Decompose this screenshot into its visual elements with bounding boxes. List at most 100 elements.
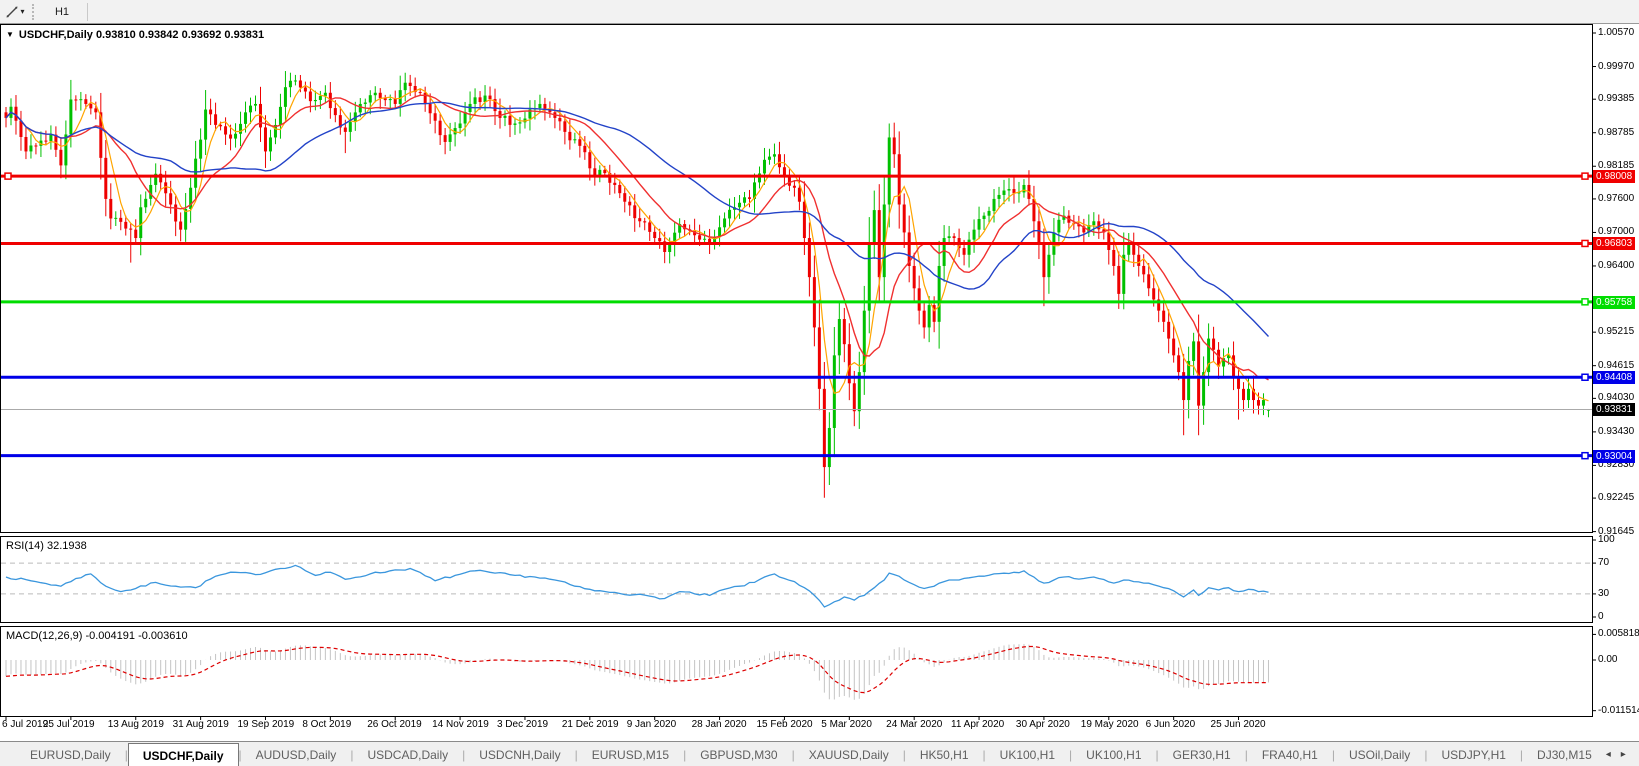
date-axis-label: 30 Apr 2020: [1015, 719, 1070, 730]
candle-body: [288, 80, 292, 88]
candle-body: [1192, 341, 1196, 361]
candle-body: [1177, 355, 1181, 373]
macd-axis-label: 0.005818: [1598, 628, 1639, 640]
candle-body: [1112, 249, 1116, 266]
candle-body: [298, 80, 302, 88]
candle-body: [1212, 338, 1216, 350]
candle-body: [268, 137, 272, 152]
candle-body: [703, 238, 707, 240]
candle-body: [1122, 254, 1126, 294]
candle-body: [917, 288, 921, 311]
candle-body: [84, 99, 88, 104]
candle-body: [194, 158, 198, 188]
candle-body: [767, 156, 771, 160]
candle-body: [762, 159, 766, 174]
candle-body: [1261, 400, 1265, 406]
candle-body: [937, 265, 941, 322]
mt4-chart-window: ▾ M1M5M15M30H1H4D1W1MN ▼USDCHF,Daily 0.9…: [0, 0, 1639, 766]
candle-body: [254, 103, 257, 106]
candle-body: [229, 134, 233, 139]
candle-body: [343, 127, 347, 132]
macd-panel[interactable]: [0, 626, 1593, 717]
candle-body: [538, 103, 542, 108]
candle-body: [313, 99, 317, 102]
candle-body: [852, 383, 856, 412]
price-axis-label: 0.94615: [1598, 359, 1635, 371]
collapse-icon[interactable]: ▼: [6, 30, 14, 39]
price-axis-label: 0.95215: [1598, 326, 1635, 338]
macd-indicator-label: MACD(12,26,9) -0.004191 -0.003610: [6, 630, 188, 642]
date-axis-label: 25 Jun 2020: [1210, 719, 1266, 730]
candle-body: [139, 207, 143, 239]
candle-body: [209, 109, 213, 115]
current-price-badge: 0.93831: [1593, 403, 1636, 417]
price-level-badge: 0.98008: [1593, 170, 1636, 184]
candle-body: [738, 202, 742, 208]
hline-handle: [1581, 298, 1589, 306]
candle-body: [1162, 310, 1166, 322]
candle-body: [887, 137, 891, 205]
candle-body: [199, 139, 203, 159]
candle-body: [144, 198, 148, 208]
candle-body: [897, 154, 901, 205]
candle-body: [59, 149, 63, 166]
candle-body: [1172, 338, 1176, 356]
price-axis-label: 0.94030: [1598, 392, 1635, 404]
hline-handle: [1581, 172, 1589, 180]
candle-body: [124, 221, 128, 229]
candle-body: [244, 112, 248, 124]
date-axis-label: 8 Oct 2019: [302, 719, 352, 730]
candle-body: [373, 92, 377, 96]
candle-body: [1032, 198, 1036, 222]
price-level-badge: 0.96803: [1593, 237, 1636, 251]
candle-body: [698, 235, 702, 240]
candle-body: [204, 109, 208, 140]
candle-body: [1247, 388, 1251, 401]
date-axis-label: 15 Feb 2020: [756, 719, 813, 730]
candle-body: [513, 123, 517, 125]
candle-body: [623, 193, 627, 202]
chart-title-text: USDCHF,Daily 0.93810 0.93842 0.93692 0.9…: [18, 29, 265, 41]
candle-body: [1127, 243, 1131, 255]
candle-body: [129, 228, 133, 230]
candle-body: [293, 80, 297, 82]
rsi-axis-label: 30: [1598, 587, 1610, 599]
rsi-axis-label: 0: [1598, 611, 1604, 622]
candle-body: [1007, 189, 1011, 191]
candle-body: [239, 123, 243, 134]
candle-body: [423, 92, 427, 105]
candle-body: [653, 231, 657, 239]
rsi-panel[interactable]: [0, 536, 1593, 623]
candle-body: [333, 108, 337, 116]
candle-body: [114, 217, 118, 219]
candle-body: [792, 185, 796, 188]
candle-body: [842, 319, 846, 345]
date-axis-label: 28 Jan 2020: [691, 719, 747, 730]
candle-body: [628, 201, 632, 206]
candle-body: [723, 218, 727, 228]
rsi-axis-label: 100: [1598, 534, 1615, 545]
candle-body: [303, 87, 307, 92]
candle-body: [1132, 243, 1136, 255]
date-axis-label: 24 Mar 2020: [886, 719, 943, 730]
candle-body: [44, 140, 48, 142]
rsi-axis-label: 70: [1598, 557, 1610, 569]
price-axis-label: 0.97000: [1598, 226, 1635, 238]
chart-canvas[interactable]: [0, 0, 1639, 766]
price-level-badge: 0.95758: [1593, 295, 1636, 309]
candle-body: [1117, 265, 1121, 294]
hline-handle: [1581, 451, 1589, 460]
candle-body: [962, 248, 966, 255]
candle-body: [438, 120, 442, 136]
hline-handle: [1581, 239, 1589, 248]
price-axis-label: 0.97600: [1598, 192, 1635, 204]
candle-body: [104, 157, 108, 199]
candle-body: [433, 113, 437, 121]
candle-body: [19, 120, 23, 138]
candle-body: [1002, 190, 1006, 195]
candle-body: [119, 217, 123, 222]
rsi-indicator-label: RSI(14) 32.1938: [6, 540, 87, 552]
candle-body: [987, 210, 991, 216]
macd-axis-label: 0.00: [1598, 654, 1618, 665]
candle-body: [1137, 254, 1141, 266]
